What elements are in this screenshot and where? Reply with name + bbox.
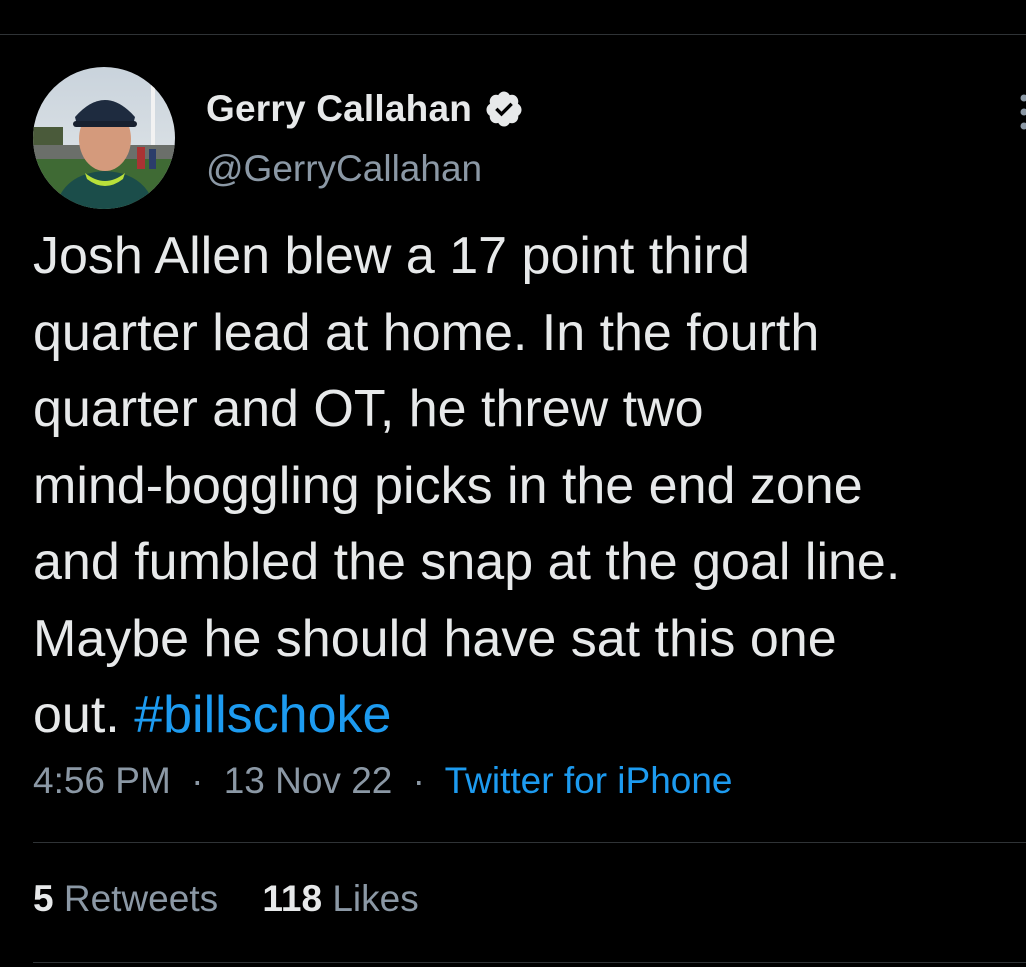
tweet-stats: 5 Retweets 118 Likes xyxy=(33,878,453,920)
tweet-time[interactable]: 4:56 PM xyxy=(33,760,171,801)
likes-count: 118 xyxy=(262,878,323,919)
retweets-stat[interactable]: 5 Retweets xyxy=(33,878,218,919)
likes-stat[interactable]: 118 Likes xyxy=(262,878,418,919)
tweet-text-line: quarter lead at home. In the fourth xyxy=(33,303,820,362)
tweet-date[interactable]: 13 Nov 22 xyxy=(224,760,393,801)
meta-separator: · xyxy=(191,760,204,801)
tweet-text-line: mind-boggling picks in the end zone xyxy=(33,456,863,515)
tweet-source-link[interactable]: Twitter for iPhone xyxy=(445,760,733,801)
retweets-label: Retweets xyxy=(63,878,219,919)
tweet-text-line: quarter and OT, he threw two xyxy=(33,380,704,438)
likes-label: Likes xyxy=(332,878,419,919)
tweet-text-line: Josh Allen blew a 17 point third xyxy=(33,227,750,285)
avatar-image xyxy=(33,67,175,209)
tweet-text-line: Maybe he should have sat this one xyxy=(33,609,837,668)
author-display-name[interactable]: Gerry Callahan xyxy=(206,88,472,130)
meta-separator: · xyxy=(412,760,425,801)
more-options-icon[interactable] xyxy=(1018,92,1026,132)
stats-divider xyxy=(33,842,1026,843)
tweet-text-last-line: out. #billschoke xyxy=(33,677,1026,754)
bottom-divider xyxy=(33,962,1026,963)
retweets-count: 5 xyxy=(33,878,54,919)
hashtag-link[interactable]: #billschoke xyxy=(134,686,391,744)
top-divider xyxy=(0,34,1026,35)
verified-badge-icon xyxy=(484,89,524,129)
avatar[interactable] xyxy=(33,67,175,209)
author-name-row: Gerry Callahan xyxy=(206,84,524,134)
tweet-text: Josh Allen blew a 17 point third quarter… xyxy=(33,218,1026,754)
tweet-meta: 4:56 PM · 13 Nov 22 · Twitter for iPhone xyxy=(33,760,733,802)
tweet-text-line: and fumbled the snap at the goal line. xyxy=(33,533,901,591)
tweet-text-last-prefix: out. xyxy=(33,686,135,744)
author-handle[interactable]: @GerryCallahan xyxy=(206,148,482,190)
